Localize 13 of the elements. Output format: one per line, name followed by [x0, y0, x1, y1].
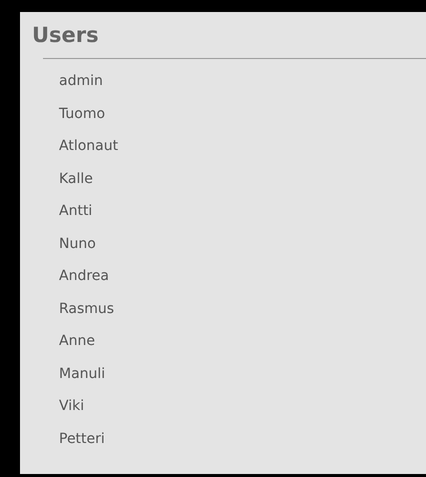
user-item[interactable]: Kalle — [59, 168, 93, 188]
user-item[interactable]: Andrea — [59, 266, 109, 286]
user-item[interactable]: Petteri — [59, 428, 105, 448]
user-item[interactable]: admin — [59, 71, 103, 91]
user-item[interactable]: Manuli — [59, 364, 106, 384]
user-item[interactable]: Atlonaut — [59, 136, 118, 156]
user-item[interactable]: Rasmus — [59, 298, 114, 318]
user-item[interactable]: Anne — [59, 331, 95, 351]
panel-title: Users — [32, 22, 99, 48]
user-item[interactable]: Viki — [59, 396, 84, 416]
user-item[interactable]: Tuomo — [59, 104, 106, 124]
user-item[interactable]: Nuno — [59, 234, 96, 254]
user-item[interactable]: Antti — [59, 201, 92, 221]
